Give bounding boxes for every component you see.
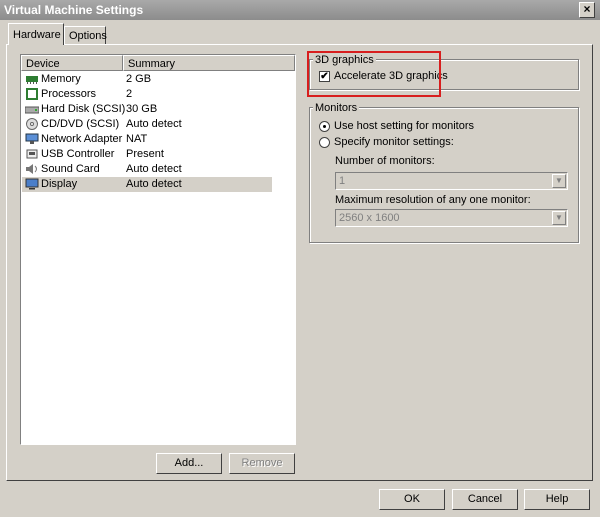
memory-icon	[25, 73, 39, 85]
highlight-box	[307, 51, 441, 97]
specify-monitor-radio[interactable]	[319, 137, 330, 148]
device-summary: Present	[126, 148, 164, 160]
device-name: Display	[41, 178, 78, 190]
tab-options[interactable]: Options	[64, 26, 107, 44]
network-adapter-icon	[25, 133, 39, 145]
add-button[interactable]: Add...	[156, 453, 222, 474]
device-name: Hard Disk (SCSI)	[41, 103, 126, 115]
device-row-cd-dvd[interactable]: CD/DVD (SCSI) Auto detect	[22, 117, 272, 132]
device-name: Network Adapter	[41, 133, 123, 145]
help-button[interactable]: Help	[524, 489, 590, 510]
device-row-memory[interactable]: Memory 2 GB	[22, 72, 272, 87]
num-monitors-label: Number of monitors:	[335, 155, 435, 167]
device-summary: 2 GB	[126, 73, 152, 85]
chevron-down-icon[interactable]: ▼	[552, 211, 566, 225]
device-name: CD/DVD (SCSI)	[41, 118, 120, 130]
num-monitors-select[interactable]: 1 ▼	[335, 172, 568, 190]
device-name: USB Controller	[41, 148, 115, 160]
device-row-network-adapter[interactable]: Network Adapter NAT	[22, 132, 272, 147]
device-row-sound-card[interactable]: Sound Card Auto detect	[22, 162, 272, 177]
device-name: Sound Card	[41, 163, 100, 175]
device-list[interactable]: Device Summary Memory 2 GB Processors 2 …	[20, 54, 296, 445]
title-bar: Virtual Machine Settings ×	[0, 0, 600, 20]
hard-disk-icon	[24, 103, 40, 115]
window-title: Virtual Machine Settings	[4, 3, 144, 17]
device-summary: Auto detect	[126, 178, 182, 190]
device-name: Memory	[41, 73, 81, 85]
sound-card-icon	[25, 163, 39, 175]
column-header-summary[interactable]: Summary	[123, 55, 295, 71]
max-resolution-value: 2560 x 1600	[339, 212, 400, 224]
usb-controller-icon	[25, 148, 39, 160]
max-resolution-label: Maximum resolution of any one monitor:	[335, 194, 531, 206]
device-summary: Auto detect	[126, 163, 182, 175]
use-host-label[interactable]: Use host setting for monitors	[334, 120, 474, 132]
max-resolution-select[interactable]: 2560 x 1600 ▼	[335, 209, 568, 227]
device-row-usb-controller[interactable]: USB Controller Present	[22, 147, 272, 162]
num-monitors-value: 1	[339, 175, 346, 187]
device-summary: 2	[126, 88, 133, 100]
remove-button[interactable]: Remove	[229, 453, 295, 474]
device-row-processors[interactable]: Processors 2	[22, 87, 272, 102]
device-row-hard-disk[interactable]: Hard Disk (SCSI) 30 GB	[22, 102, 272, 117]
column-header-device[interactable]: Device	[21, 55, 123, 71]
device-name: Processors	[41, 88, 97, 100]
ok-button[interactable]: OK	[379, 489, 445, 510]
display-icon	[25, 178, 39, 190]
device-summary: NAT	[126, 133, 148, 145]
cancel-button[interactable]: Cancel	[452, 489, 518, 510]
device-summary: 30 GB	[126, 103, 158, 115]
cd-dvd-icon	[25, 118, 39, 130]
device-summary: Auto detect	[126, 118, 182, 130]
monitors-group-label: Monitors	[313, 102, 360, 114]
tab-hardware[interactable]: Hardware	[8, 23, 64, 45]
close-button[interactable]: ×	[579, 2, 595, 18]
device-row-display[interactable]: Display Auto detect	[22, 177, 272, 192]
specify-monitor-label[interactable]: Specify monitor settings:	[334, 136, 454, 148]
use-host-radio[interactable]	[319, 121, 330, 132]
chevron-down-icon[interactable]: ▼	[552, 174, 566, 188]
processor-icon	[25, 88, 39, 100]
